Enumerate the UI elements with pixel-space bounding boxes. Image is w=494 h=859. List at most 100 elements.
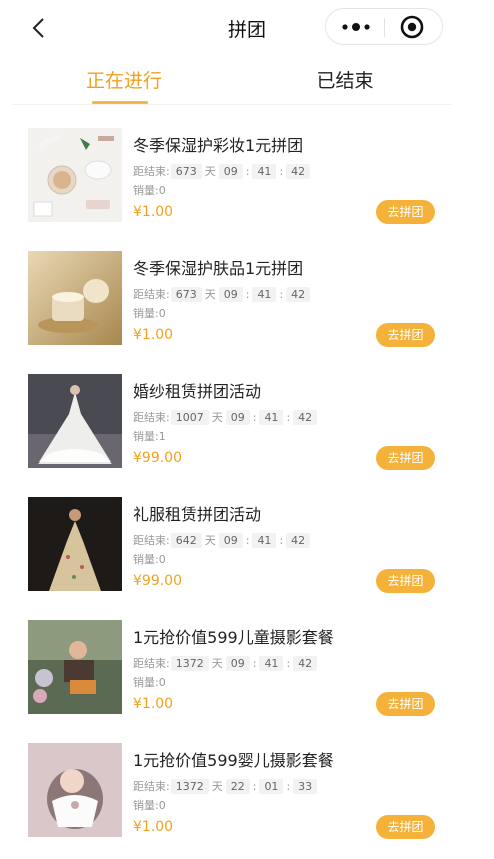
countdown: 距结束: 1372 天 22:01:33 [133,778,318,794]
countdown-hours: 09 [225,655,250,671]
countdown-label: 距结束: [133,165,170,178]
countdown-seconds: 42 [286,163,311,179]
day-unit: 天 [204,165,216,178]
join-group-button[interactable]: 去拼团 [376,200,435,224]
join-group-button[interactable]: 去拼团 [376,323,435,347]
product-thumbnail[interactable] [28,251,122,345]
countdown-hours: 09 [225,409,250,425]
countdown-days: 642 [170,532,202,548]
countdown-minutes: 01 [259,778,284,794]
sales-label: 销量: [133,184,159,197]
product-thumbnail[interactable] [28,128,122,222]
join-group-button[interactable]: 去拼团 [376,569,435,593]
product-thumbnail[interactable] [28,743,122,837]
countdown-hours: 09 [218,532,243,548]
sales-count: 销量:0 [133,674,166,690]
countdown: 距结束: 1007 天 09:41:42 [133,409,318,425]
countdown-days: 1372 [170,655,209,671]
countdown-label: 距结束: [133,657,170,670]
sales-count: 销量:0 [133,551,166,567]
countdown-minutes: 41 [259,655,284,671]
sales-value: 0 [158,553,166,566]
sales-count: 销量:0 [133,305,166,321]
day-unit: 天 [211,411,223,424]
mini-program-capsule [325,8,443,45]
product-thumbnail[interactable] [28,620,122,714]
countdown-seconds: 33 [293,778,318,794]
time-separator: : [286,410,291,424]
tab-bar: 正在进行 已结束 [0,58,494,104]
product-title: 冬季保湿护肤品1元拼团 [133,259,304,278]
sales-label: 销量: [133,676,159,689]
countdown-days: 673 [170,163,202,179]
price: ¥1.00 [133,819,174,835]
capsule-divider [384,18,385,37]
sales-count: 销量:0 [133,797,166,813]
target-circle-icon[interactable] [399,14,425,40]
sales-label: 销量: [133,553,159,566]
list-item[interactable]: 冬季保湿护肤品1元拼团 距结束: 673 天 09:41:42 销量:0 ¥1.00 去拼团 [0,243,494,353]
tab-ongoing[interactable]: 正在进行 [80,66,168,93]
time-separator: : [286,656,291,670]
countdown-label: 距结束: [133,780,170,793]
price: ¥1.00 [133,696,174,712]
sales-count: 销量:0 [133,182,166,198]
join-group-button[interactable]: 去拼团 [376,446,435,470]
price: ¥99.00 [133,450,182,466]
product-title: 礼服租赁拼团活动 [133,505,262,524]
tab-ended[interactable]: 已结束 [300,66,390,93]
product-thumbnail[interactable] [28,497,122,591]
list-item[interactable]: 礼服租赁拼团活动 距结束: 642 天 09:41:42 销量:0 ¥99.00 去拼团 [0,489,494,599]
time-separator: : [279,287,284,301]
time-separator: : [286,779,291,793]
price: ¥99.00 [133,573,182,589]
countdown-minutes: 41 [259,409,284,425]
time-separator: : [252,656,257,670]
countdown-minutes: 41 [252,286,277,302]
countdown-seconds: 42 [286,286,311,302]
product-title: 1元抢价值599婴儿摄影套餐 [133,751,334,770]
list-item[interactable]: 1元抢价值599儿童摄影套餐 距结束: 1372 天 09:41:42 销量:0 ¥1.00… [0,612,494,722]
more-dots-icon[interactable] [340,16,372,38]
join-group-button[interactable]: 去拼团 [376,815,435,839]
price: ¥1.00 [133,327,174,343]
day-unit: 天 [204,534,216,547]
day-unit: 天 [204,288,216,301]
countdown-minutes: 41 [252,532,277,548]
countdown: 距结束: 642 天 09:41:42 [133,532,311,548]
countdown-days: 1372 [170,778,209,794]
sales-value: 0 [158,184,166,197]
sales-value: 0 [158,676,166,689]
time-separator: : [279,533,284,547]
sales-value: 0 [158,307,166,320]
countdown-minutes: 41 [252,163,277,179]
countdown: 距结束: 673 天 09:41:42 [133,286,311,302]
sales-value: 1 [158,430,166,443]
list-item[interactable]: 婚纱租赁拼团活动 距结束: 1007 天 09:41:42 销量:1 ¥99.00 去拼团 [0,366,494,476]
countdown: 距结束: 673 天 09:41:42 [133,163,311,179]
countdown: 距结束: 1372 天 09:41:42 [133,655,318,671]
product-title: 1元抢价值599儿童摄影套餐 [133,628,334,647]
time-separator: : [252,779,257,793]
sales-value: 0 [158,799,166,812]
countdown-seconds: 42 [286,532,311,548]
time-separator: : [279,164,284,178]
price: ¥1.00 [133,204,174,220]
list-item[interactable]: 冬季保湿护彩妆1元拼团 距结束: 673 天 09:41:42 销量:0 ¥1.00 去拼团 [0,120,494,230]
product-title: 婚纱租赁拼团活动 [133,382,262,401]
navigation-bar: 拼团 [0,0,494,56]
day-unit: 天 [211,657,223,670]
sales-label: 销量: [133,430,159,443]
join-group-button[interactable]: 去拼团 [376,692,435,716]
tabs-divider [12,104,452,105]
countdown-hours: 22 [225,778,250,794]
countdown-days: 1007 [170,409,209,425]
day-unit: 天 [211,780,223,793]
countdown-seconds: 42 [293,655,318,671]
sales-label: 销量: [133,307,159,320]
time-separator: : [252,410,257,424]
countdown-hours: 09 [218,163,243,179]
list-item[interactable]: 1元抢价值599婴儿摄影套餐 距结束: 1372 天 22:01:33 销量:0 ¥1.00… [0,735,494,845]
countdown-seconds: 42 [293,409,318,425]
product-thumbnail[interactable] [28,374,122,468]
